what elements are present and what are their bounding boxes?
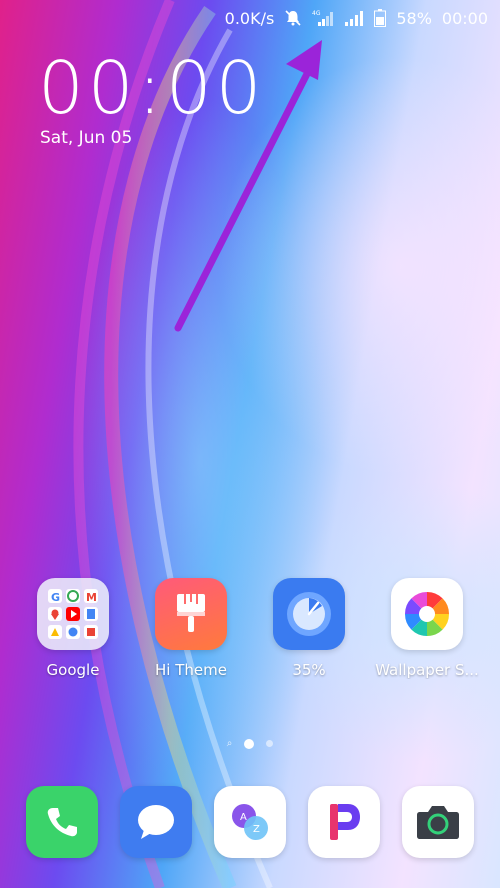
svg-text:G: G bbox=[51, 591, 60, 604]
network-speed: 0.0K/s bbox=[224, 8, 275, 28]
color-wheel-icon bbox=[391, 578, 463, 650]
clock-widget[interactable]: 00:00 bbox=[38, 52, 266, 124]
svg-text:Z: Z bbox=[253, 824, 260, 835]
svg-text:4G: 4G bbox=[312, 10, 321, 17]
date-label: Sat, Jun 05 bbox=[40, 128, 133, 148]
app-wallpaper[interactable]: Wallpaper S... bbox=[372, 578, 482, 679]
signal-icon bbox=[344, 9, 364, 27]
page-dot-active bbox=[244, 738, 255, 749]
speed-gauge-icon bbox=[273, 578, 345, 650]
app-phone-boost[interactable]: 35% bbox=[254, 578, 364, 679]
page-dot bbox=[266, 740, 274, 747]
google-folder-icon: G M bbox=[37, 578, 109, 650]
app-google-folder[interactable]: G M Google bbox=[18, 578, 128, 679]
app-hi-theme[interactable]: Hi Theme bbox=[136, 578, 246, 679]
battery-icon bbox=[374, 9, 387, 27]
app-label: Hi Theme bbox=[155, 661, 227, 679]
search-page-icon: ⌕ bbox=[226, 738, 233, 749]
dock: AZ bbox=[0, 786, 500, 858]
svg-text:A: A bbox=[240, 812, 247, 823]
battery-percent: 58% bbox=[396, 8, 432, 28]
home-apps-row: G M Google Hi Theme 35% Wallpaper S... bbox=[0, 578, 500, 688]
app-label: Google bbox=[46, 661, 100, 679]
app-label: 35% bbox=[292, 661, 326, 679]
phone-icon[interactable] bbox=[26, 786, 98, 858]
mute-bell-icon bbox=[284, 9, 302, 27]
translate-az-icon[interactable]: AZ bbox=[214, 786, 286, 858]
app-label: Wallpaper S... bbox=[375, 661, 479, 679]
messages-icon[interactable] bbox=[120, 786, 192, 858]
svg-text:M: M bbox=[86, 591, 97, 604]
page-indicator[interactable]: ⌕ bbox=[0, 738, 500, 749]
status-time: 00:00 bbox=[441, 8, 488, 28]
signal-4g-icon: 4G bbox=[312, 9, 334, 27]
paint-brush-icon bbox=[155, 578, 227, 650]
status-bar: 0.0K/s 4G 58% 00:00 bbox=[0, 0, 500, 36]
camera-icon[interactable] bbox=[402, 786, 474, 858]
p-app-icon[interactable] bbox=[308, 786, 380, 858]
